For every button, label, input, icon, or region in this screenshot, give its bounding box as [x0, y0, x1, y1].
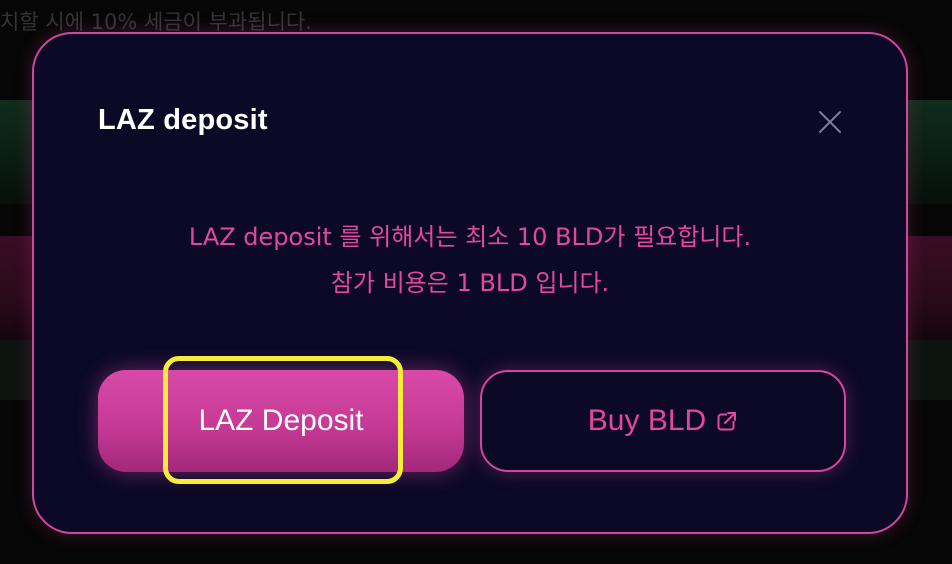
buy-bld-button-label: Buy BLD [587, 404, 707, 437]
message-line-1: LAZ deposit 를 위해서는 최소 10 BLD가 필요합니다. [188, 223, 752, 251]
deposit-modal: LAZ deposit LAZ deposit 를 위해서는 최소 10 BLD… [32, 32, 908, 534]
modal-message: LAZ deposit 를 위해서는 최소 10 BLD가 필요합니다. 참가 … [34, 214, 906, 306]
close-button[interactable] [812, 104, 848, 140]
laz-deposit-button[interactable]: LAZ Deposit [98, 370, 464, 472]
message-line-2: 참가 비용은 1 BLD 입니다. [330, 269, 610, 297]
modal-title: LAZ deposit [98, 104, 268, 136]
laz-deposit-button-label: LAZ Deposit [198, 404, 364, 437]
buy-bld-button[interactable]: Buy BLD [480, 370, 846, 472]
external-link-icon [716, 410, 739, 432]
close-icon [819, 111, 841, 133]
